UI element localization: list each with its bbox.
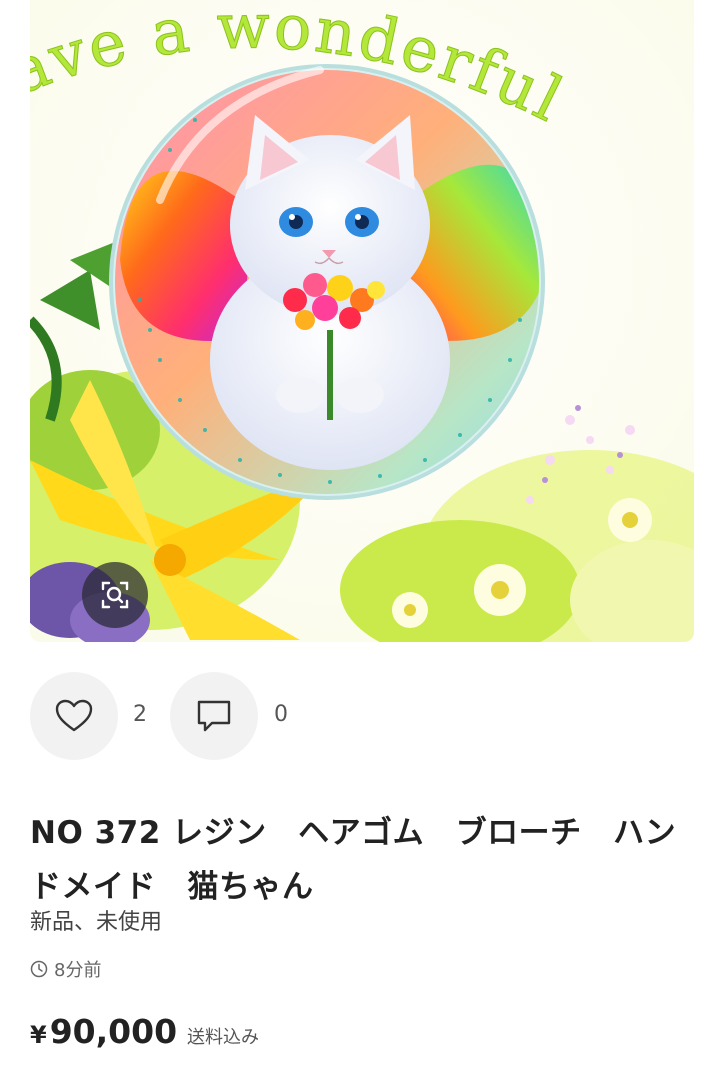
product-title: NO 372 レジン ヘアゴム ブローチ ハンドメイド 猫ちゃん bbox=[30, 815, 677, 905]
posted-time-text: 8分前 bbox=[54, 960, 102, 981]
currency-symbol: ¥ bbox=[30, 1021, 47, 1049]
image-search-icon[interactable] bbox=[82, 562, 148, 628]
clock-icon bbox=[30, 960, 48, 978]
product-photo: ave a wonderful bbox=[30, 0, 694, 642]
engagement-actions: 2 0 bbox=[30, 672, 430, 760]
posted-time: 8分前 bbox=[30, 956, 101, 982]
comment-icon bbox=[197, 700, 231, 732]
like-count: 2 bbox=[133, 702, 147, 727]
price-row: ¥ 90,000 送料込み bbox=[30, 1012, 259, 1051]
comment-count: 0 bbox=[274, 702, 288, 727]
like-button[interactable] bbox=[30, 672, 118, 760]
comment-button[interactable] bbox=[170, 672, 258, 760]
product-image[interactable]: ave a wonderful bbox=[30, 0, 694, 642]
heart-icon bbox=[55, 699, 93, 732]
price: 90,000 bbox=[49, 1012, 178, 1051]
item-condition: 新品、未使用 bbox=[30, 910, 163, 935]
shipping-note: 送料込み bbox=[187, 1027, 260, 1048]
